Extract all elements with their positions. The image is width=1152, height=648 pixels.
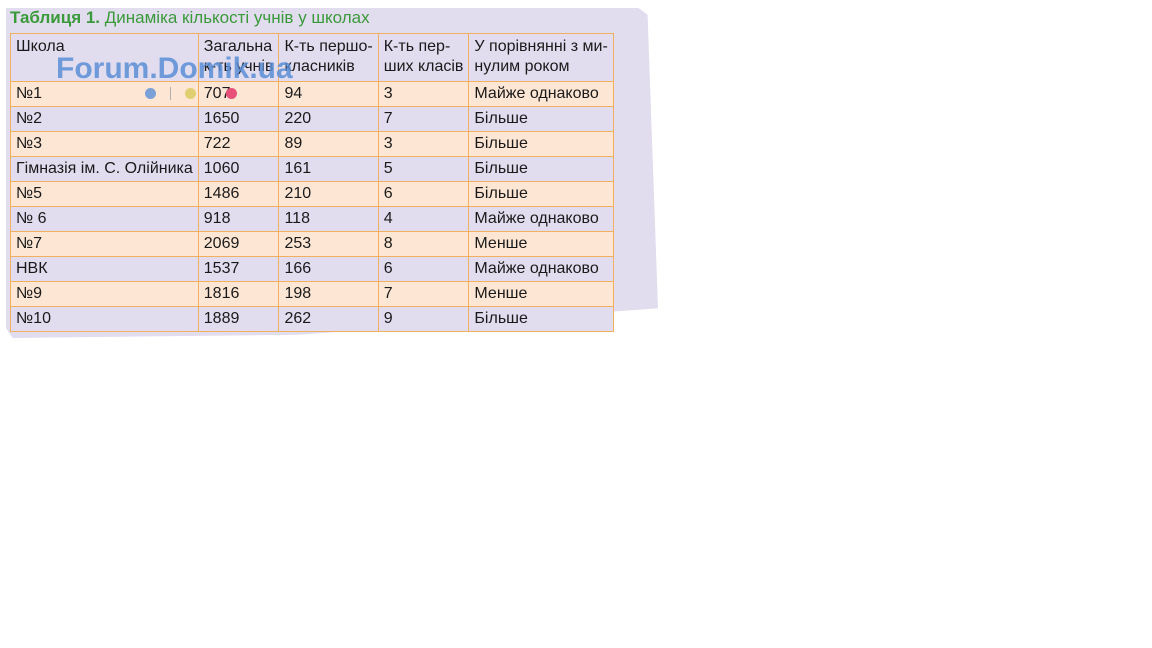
cell-first-graders: 166 — [278, 256, 379, 282]
table-row: №1 707 94 3 Майже однаково — [10, 81, 614, 107]
cell-total-students: 918 — [197, 206, 280, 232]
header-school: Школа — [10, 33, 199, 82]
cell-comparison: Менше — [468, 231, 614, 257]
table-row: №5 1486 210 6 Більше — [10, 181, 614, 207]
cell-school: Гімназія ім. С. Олійника — [10, 156, 199, 182]
cell-first-graders: 161 — [278, 156, 379, 182]
table-body: №1 707 94 3 Майже однаково №2 1650 220 7 Більше №3… — [10, 81, 614, 332]
table-row: НВК 1537 166 6 Майже однаково — [10, 256, 614, 282]
header-total-students: Загальна к-ть учнів — [197, 33, 280, 82]
cell-first-classes: 8 — [377, 231, 470, 257]
cell-first-classes: 3 — [377, 81, 470, 107]
table-row: № 6 918 118 4 Майже однаково — [10, 206, 614, 232]
cell-total-students: 1816 — [197, 281, 280, 307]
cell-first-classes: 7 — [377, 281, 470, 307]
cell-school: НВК — [10, 256, 199, 282]
header-first-graders: К-ть першо-класників — [278, 33, 379, 82]
document-page: Таблиця 1. Динаміка кількості учнів у шк… — [0, 0, 1152, 648]
cell-school: № 6 — [10, 206, 199, 232]
cell-comparison: Майже однаково — [468, 206, 614, 232]
cell-first-classes: 3 — [377, 131, 470, 157]
cell-comparison: Майже однаково — [468, 81, 614, 107]
cell-first-classes: 7 — [377, 106, 470, 132]
table-row: №7 2069 253 8 Менше — [10, 231, 614, 257]
table-row: Гімназія ім. С. Олійника 1060 161 5 Більше — [10, 156, 614, 182]
cell-total-students: 1889 — [197, 306, 280, 332]
cell-comparison: Більше — [468, 131, 614, 157]
cell-total-students: 2069 — [197, 231, 280, 257]
watermark-divider — [170, 87, 171, 100]
cell-total-students: 707 — [197, 81, 280, 107]
cell-first-classes: 5 — [377, 156, 470, 182]
cell-first-classes: 9 — [377, 306, 470, 332]
cell-school: №9 — [10, 281, 199, 307]
cell-total-students: 1537 — [197, 256, 280, 282]
cell-comparison: Більше — [468, 181, 614, 207]
watermark-dot-blue-icon — [145, 88, 156, 99]
table-row: №3 722 89 3 Більше — [10, 131, 614, 157]
table-header: Школа Загальна к-ть учнів К-ть першо-клас… — [10, 33, 614, 82]
cell-first-graders: 89 — [278, 131, 379, 157]
cell-total-students: 1486 — [197, 181, 280, 207]
table-row: №10 1889 262 9 Більше — [10, 306, 614, 332]
cell-comparison: Більше — [468, 156, 614, 182]
cell-comparison: Більше — [468, 106, 614, 132]
caption-number: Таблиця 1. — [10, 8, 101, 27]
cell-school: №3 — [10, 131, 199, 157]
cell-school: №2 — [10, 106, 199, 132]
cell-first-graders: 253 — [278, 231, 379, 257]
cell-first-graders: 118 — [278, 206, 379, 232]
cell-total-students: 1060 — [197, 156, 280, 182]
cell-comparison: Більше — [468, 306, 614, 332]
cell-first-graders: 94 — [278, 81, 379, 107]
cell-school: №5 — [10, 181, 199, 207]
cell-comparison: Майже однаково — [468, 256, 614, 282]
cell-total-students: 1650 — [197, 106, 280, 132]
table-row: №9 1816 198 7 Менше — [10, 281, 614, 307]
cell-first-graders: 220 — [278, 106, 379, 132]
cell-school: №7 — [10, 231, 199, 257]
cell-first-classes: 6 — [377, 256, 470, 282]
header-first-classes: К-ть пер-ших класів — [377, 33, 470, 82]
cell-first-graders: 262 — [278, 306, 379, 332]
cell-comparison: Менше — [468, 281, 614, 307]
header-row: Школа Загальна к-ть учнів К-ть першо-клас… — [10, 33, 614, 82]
watermark-dot-yellow-icon — [185, 88, 196, 99]
cell-first-graders: 210 — [278, 181, 379, 207]
header-comparison: У порівнянні з ми-нулим роком — [468, 33, 614, 82]
caption-title: Динаміка кількості учнів у школах — [104, 8, 370, 27]
table-caption: Таблиця 1. Динаміка кількості учнів у шк… — [10, 8, 370, 28]
cell-first-graders: 198 — [278, 281, 379, 307]
cell-total-students: 722 — [197, 131, 280, 157]
cell-first-classes: 4 — [377, 206, 470, 232]
watermark-dot-pink-icon — [226, 88, 237, 99]
table-row: №2 1650 220 7 Більше — [10, 106, 614, 132]
cell-school: №10 — [10, 306, 199, 332]
cell-first-classes: 6 — [377, 181, 470, 207]
schools-table: Школа Загальна к-ть учнів К-ть першо-клас… — [10, 33, 614, 332]
